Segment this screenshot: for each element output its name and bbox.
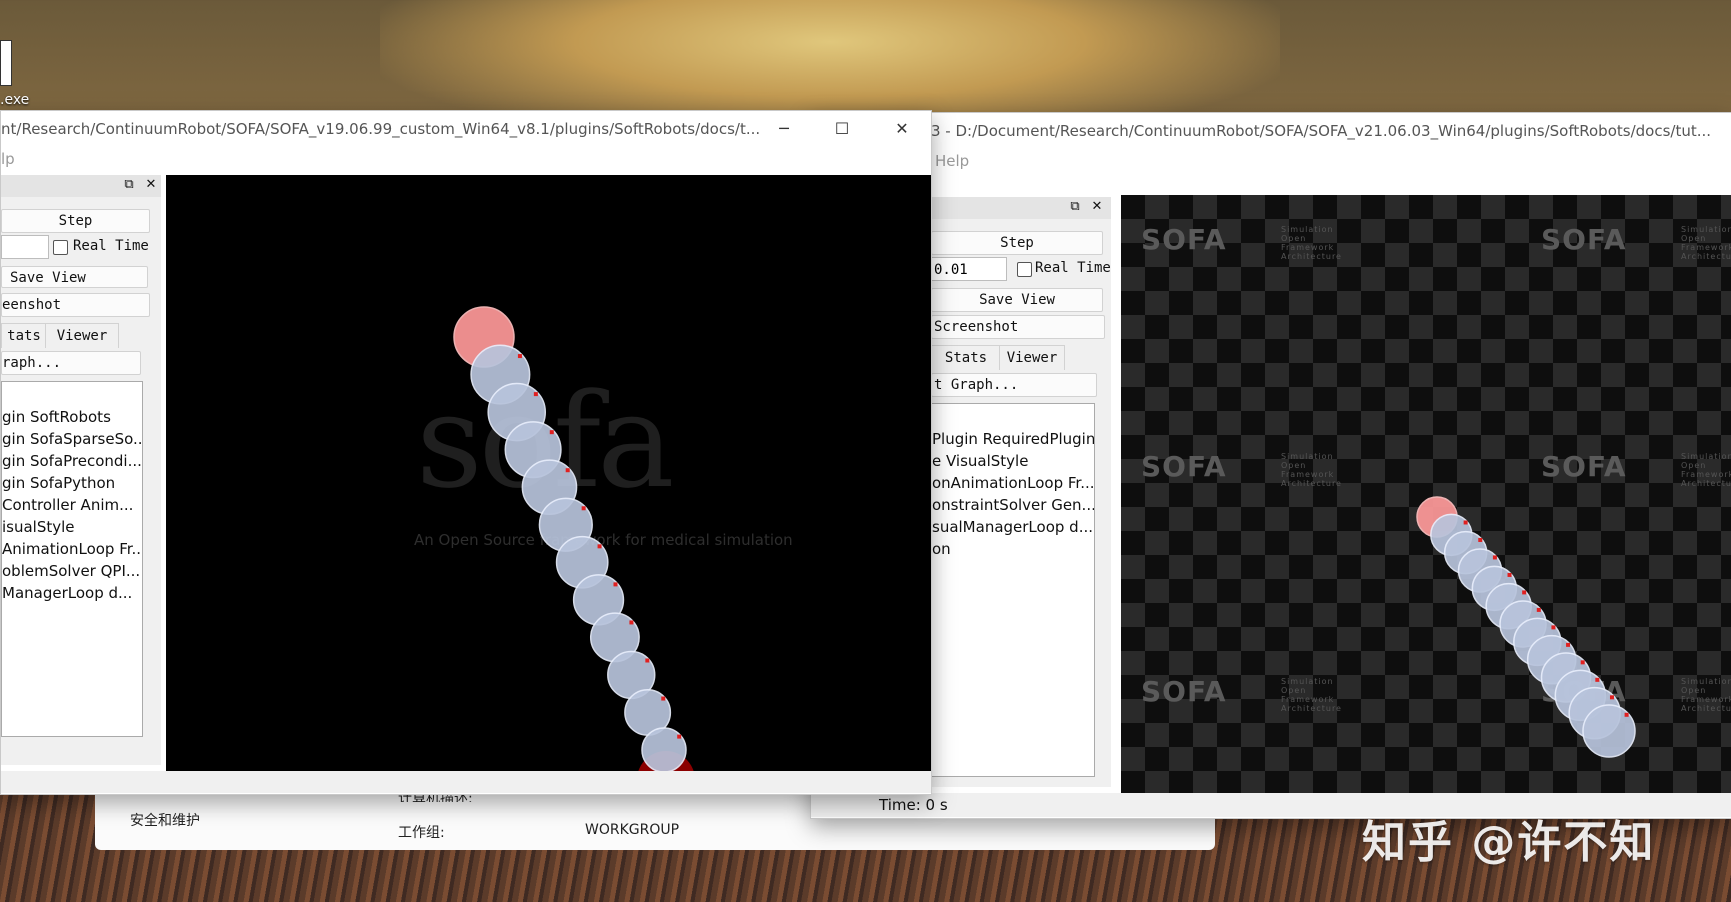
menu-help[interactable]: Help <box>935 152 969 170</box>
tree-item[interactable]: e VisualStyle <box>932 452 1028 470</box>
status-time: Time: 0 s <box>879 796 948 814</box>
workgroup-label: 工作组: <box>398 825 445 841</box>
save-view-button[interactable]: Save View <box>1 266 148 288</box>
exe-file-icon[interactable] <box>0 40 12 86</box>
step-button[interactable]: Step <box>1 209 150 233</box>
sofa-window-v19: nt/Research/ContinuumRobot/SOFA/SOFA_v19… <box>0 110 932 795</box>
maximize-icon[interactable]: ☐ <box>815 111 869 147</box>
cable-point <box>1492 555 1497 560</box>
title-bar: nt/Research/ContinuumRobot/SOFA/SOFA_v19… <box>1 111 931 147</box>
real-time-checkbox[interactable] <box>53 240 68 255</box>
tree-item[interactable]: gin SoftRobots <box>2 408 111 426</box>
cable-point <box>517 354 522 359</box>
control-dock: ⧉ ✕ Step 0.01 Real Time Save View Screen… <box>931 197 1111 787</box>
cable-point <box>565 468 570 473</box>
tab-viewer[interactable]: Viewer <box>45 323 119 348</box>
tree-item[interactable]: oblemSolver QPI... <box>2 562 140 580</box>
control-dock: ⧉ ✕ Step Real Time Save View eenshot tat… <box>1 175 161 765</box>
cable-point <box>1463 520 1468 525</box>
sofa-window-v21: 3 - D:/Document/Research/ContinuumRobot/… <box>810 112 1731 819</box>
workgroup-value: WORKGROUP <box>585 822 680 838</box>
robot-segment <box>641 727 687 771</box>
cable-point <box>1551 625 1556 630</box>
title-bar: 3 - D:/Document/Research/ContinuumRobot/… <box>811 113 1731 149</box>
dt-input[interactable] <box>1 235 49 259</box>
menu-bar: lp <box>1 147 931 171</box>
float-icon[interactable]: ⧉ <box>1067 199 1083 215</box>
cable-point <box>1624 712 1629 717</box>
dock-header: ⧉ ✕ <box>931 197 1111 219</box>
cable-point <box>661 696 666 701</box>
export-graph-button[interactable]: t Graph... <box>931 373 1097 397</box>
real-time-checkbox[interactable] <box>1017 262 1032 277</box>
security-maintenance-item[interactable]: 安全和维护 <box>130 810 200 830</box>
window-title: nt/Research/ContinuumRobot/SOFA/SOFA_v19… <box>1 120 761 138</box>
window-title: 3 - D:/Document/Research/ContinuumRobot/… <box>931 122 1712 140</box>
tree-item[interactable]: on <box>932 540 951 558</box>
tree-item[interactable]: Plugin RequiredPlugin <box>932 430 1094 448</box>
dock-header: ⧉ ✕ <box>1 175 161 197</box>
tree-item[interactable]: Controller Anim... <box>2 496 133 514</box>
cable-point <box>677 734 682 739</box>
zhihu-watermark: 知乎 @许不知 <box>1362 817 1656 868</box>
scene-graph-tree[interactable]: Plugin RequiredPlugin e VisualStyle onAn… <box>931 403 1095 777</box>
continuum-robot-model <box>453 306 694 771</box>
cable-point <box>645 658 650 663</box>
float-icon[interactable]: ⧉ <box>121 177 137 193</box>
tab-stats[interactable]: tats <box>1 323 47 348</box>
continuum-robot-model <box>1416 496 1636 758</box>
cable-point <box>1609 695 1614 700</box>
save-view-button[interactable]: Save View <box>931 288 1103 312</box>
cable-point <box>597 544 602 549</box>
tree-item[interactable]: onstraintSolver Gen... <box>932 496 1094 514</box>
cable-point <box>1478 537 1483 542</box>
tab-stats[interactable]: Stats <box>931 345 1001 370</box>
tree-item[interactable]: gin SofaPrecondi... <box>2 452 142 470</box>
status-bar <box>1 771 931 793</box>
export-graph-button[interactable]: raph... <box>1 351 141 375</box>
step-button[interactable]: Step <box>931 231 1103 255</box>
tree-item[interactable]: gin SofaPython <box>2 474 115 492</box>
dock-close-icon[interactable]: ✕ <box>1089 199 1105 215</box>
screenshot-button[interactable]: eenshot <box>1 293 150 317</box>
cable-point <box>1522 590 1527 595</box>
tree-item[interactable]: gin SofaSparseSo... <box>2 430 142 448</box>
cable-point <box>549 430 554 435</box>
exe-file-label: .exe <box>0 92 30 108</box>
tab-viewer[interactable]: Viewer <box>999 345 1065 370</box>
cable-point <box>581 506 586 511</box>
cable-point <box>1580 660 1585 665</box>
cable-point <box>1536 607 1541 612</box>
screenshot-button[interactable]: Screenshot <box>931 315 1105 339</box>
cable-point <box>1566 642 1571 647</box>
cable-point <box>533 392 538 397</box>
tree-item[interactable]: ManagerLoop d... <box>2 584 132 602</box>
dock-close-icon[interactable]: ✕ <box>143 177 159 193</box>
cable-point <box>629 620 634 625</box>
real-time-label: Real Time <box>1035 260 1111 276</box>
tree-item[interactable]: sualManagerLoop d... <box>932 518 1093 536</box>
3d-viewer[interactable]: SOFA Simulation Open Framework Architectu… <box>1121 195 1731 793</box>
close-icon[interactable]: ✕ <box>875 111 929 147</box>
cable-point <box>1507 572 1512 577</box>
dt-input[interactable]: 0.01 <box>931 257 1007 281</box>
scene-graph-tree[interactable]: gin SoftRobots gin SofaSparseSo... gin S… <box>1 381 143 737</box>
cable-point <box>613 582 618 587</box>
menu-help[interactable]: lp <box>1 150 15 168</box>
tree-item[interactable]: isualStyle <box>2 518 75 536</box>
tree-item[interactable]: AnimationLoop Fr... <box>2 540 142 558</box>
real-time-label: Real Time <box>73 238 149 254</box>
cable-point <box>1595 677 1600 682</box>
menu-bar: Help <box>811 149 1731 173</box>
minimize-icon[interactable]: ─ <box>757 111 811 147</box>
3d-viewer[interactable]: sofa An Open Source framework for medica… <box>166 175 931 771</box>
tree-item[interactable]: onAnimationLoop Fr... <box>932 474 1094 492</box>
